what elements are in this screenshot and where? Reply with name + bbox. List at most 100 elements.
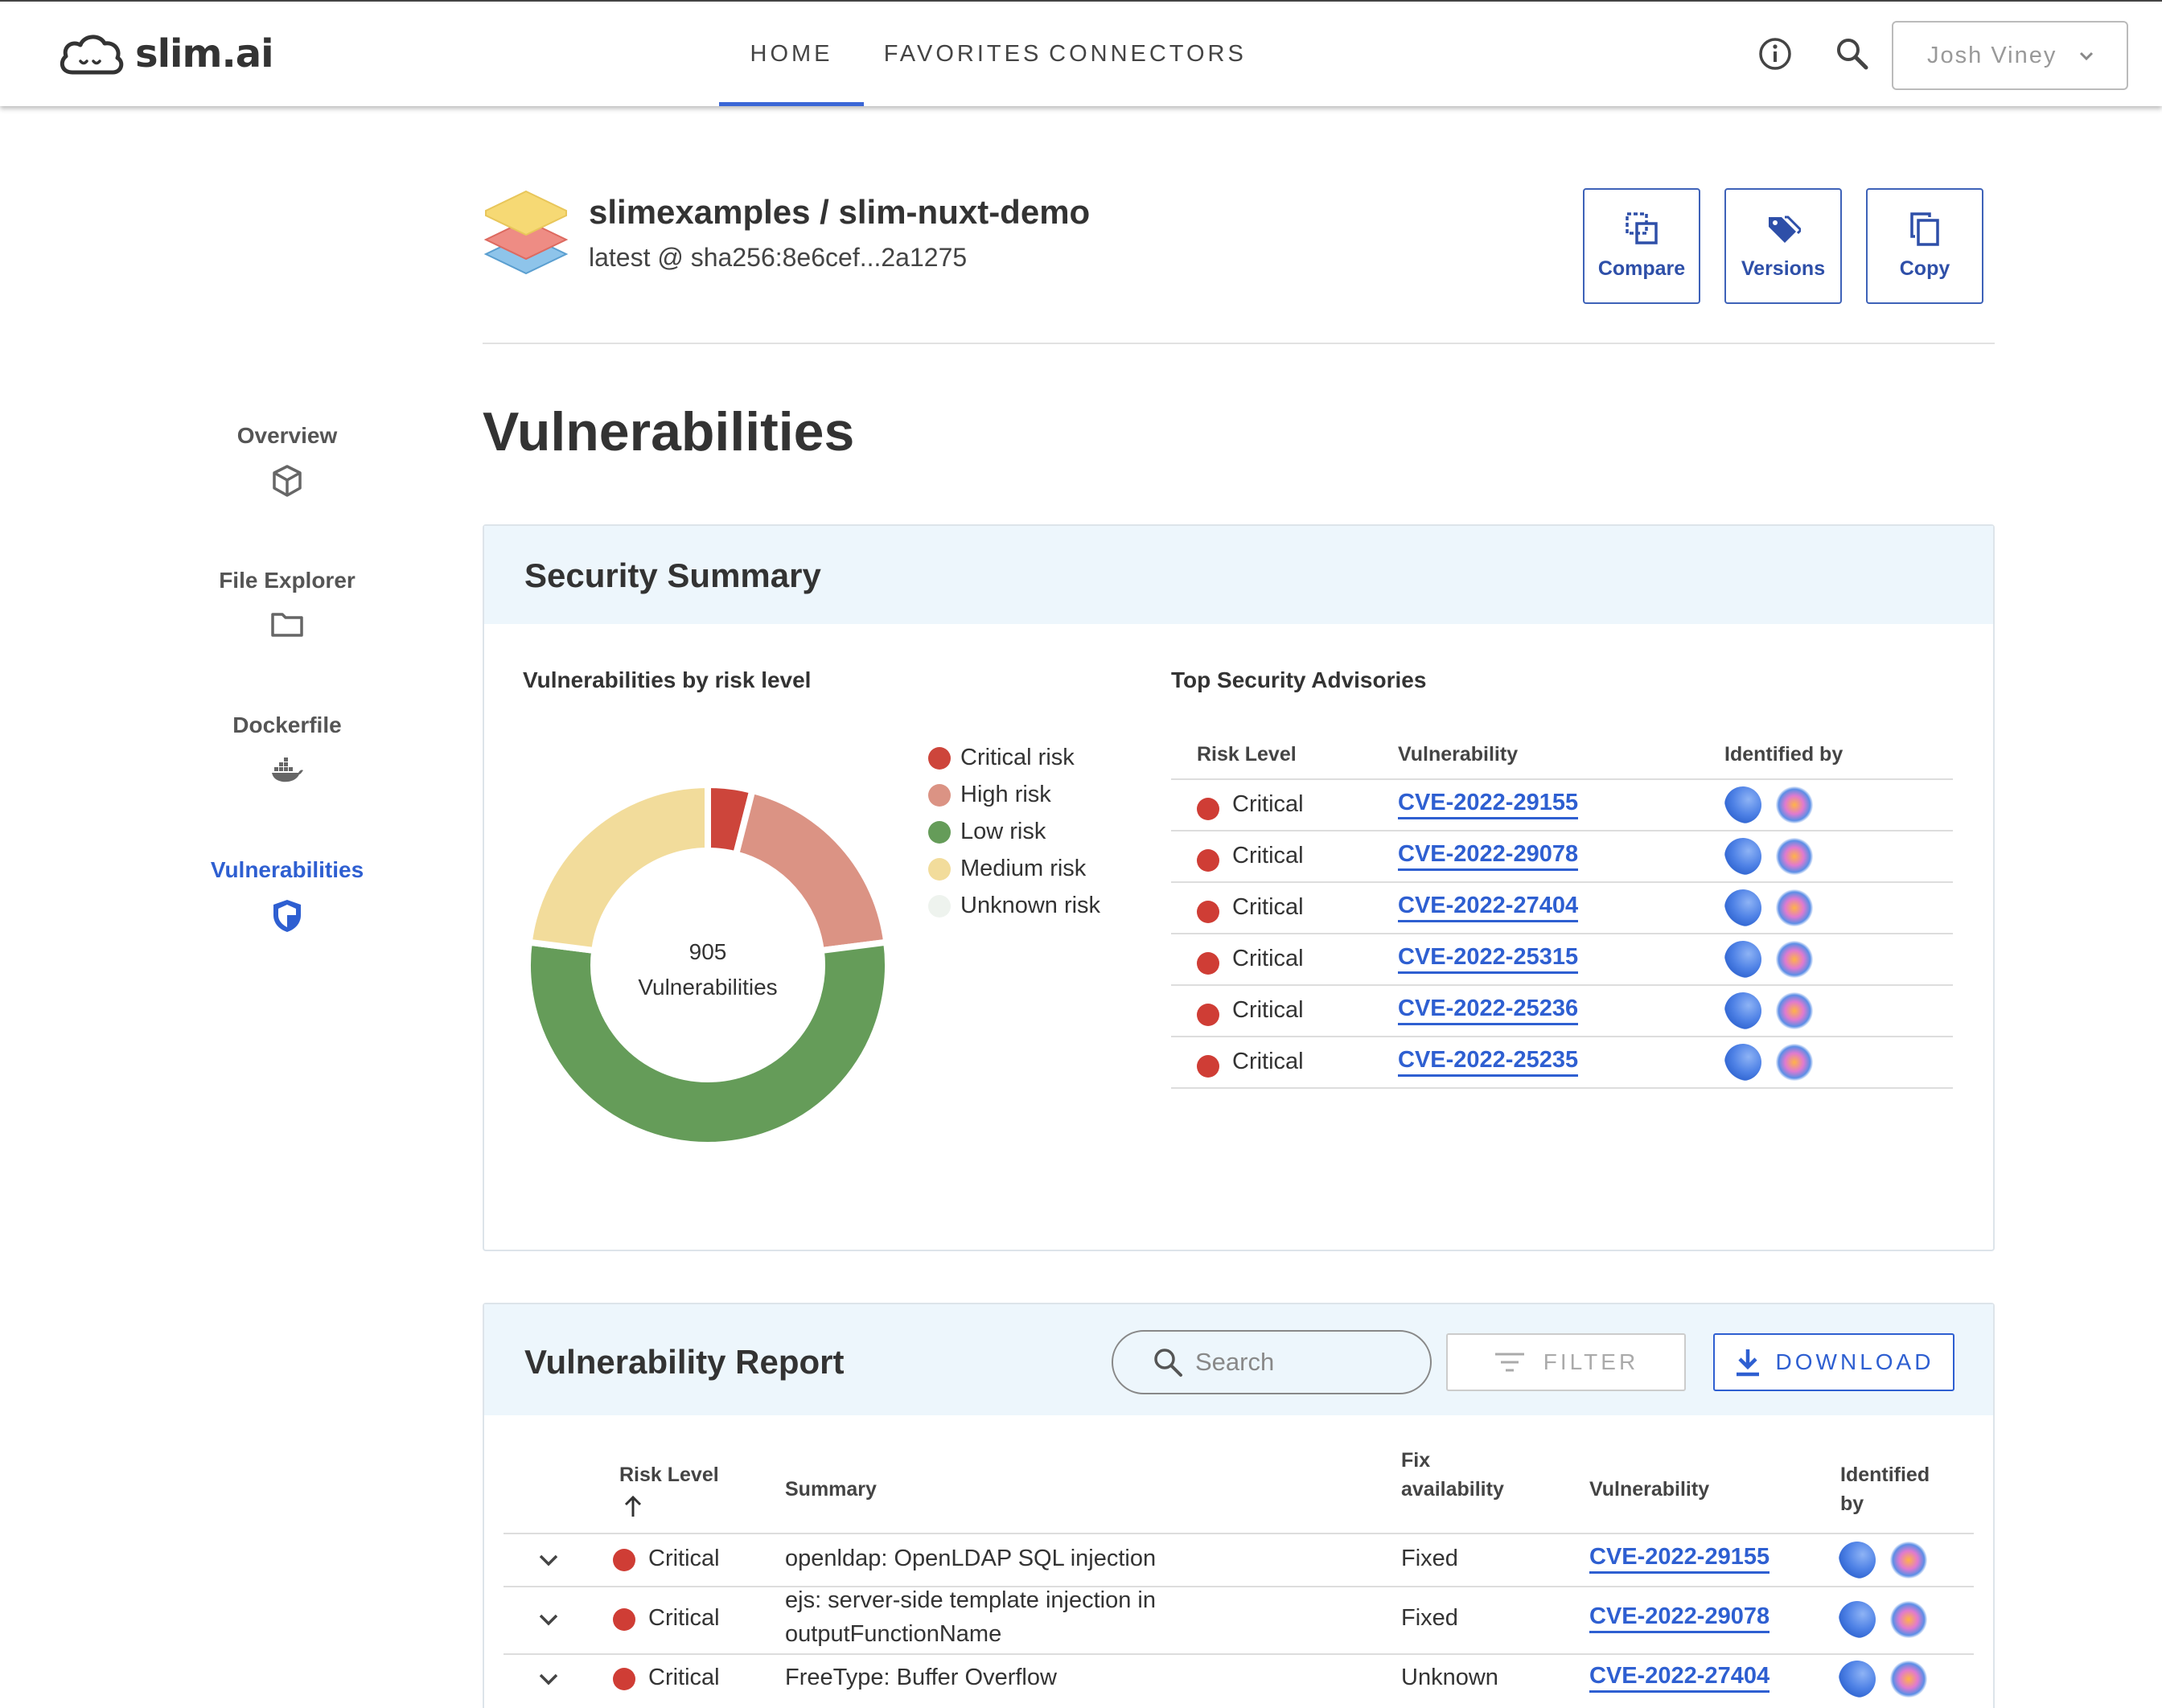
report-summary: openldap: OpenLDAP SQL injection	[785, 1546, 1157, 1571]
repo-tag-digest: latest @ sha256:8e6cef...2a1275	[589, 243, 968, 272]
report-header-identified: Identified by	[1840, 1460, 1930, 1518]
report-fix-availability: Unknown	[1401, 1665, 1498, 1690]
tags-icon	[1769, 216, 1801, 243]
repo-name: slimexamples / slim-nuxt-demo	[589, 193, 1091, 231]
row-expand-toggle[interactable]	[536, 1666, 561, 1692]
legend-item-low: Low risk	[928, 819, 1046, 845]
slice-low[interactable]	[524, 938, 891, 1148]
sidebar-item-dockerfile[interactable]: Dockerfile	[177, 712, 397, 785]
row-expand-toggle[interactable]	[536, 1547, 561, 1573]
scanner-b-icon	[1776, 1044, 1813, 1081]
nav-connectors[interactable]: CONNECTORS	[1049, 2, 1243, 106]
nav-favorites[interactable]: FAVORITES	[870, 2, 1055, 106]
chart-title: Vulnerabilities by risk level	[523, 667, 812, 692]
legend-label: Low risk	[960, 819, 1046, 844]
row-expand-toggle[interactable]	[536, 1607, 561, 1632]
info-icon[interactable]	[1755, 34, 1795, 74]
page-title: Vulnerabilities	[483, 401, 855, 462]
filter-button[interactable]: FILTER	[1446, 1333, 1686, 1391]
copy-button[interactable]: Copy	[1866, 188, 1983, 304]
report-risk-level: Critical	[648, 1605, 720, 1631]
report-header-summary: Summary	[785, 1478, 877, 1501]
sidebar-item-label: File Explorer	[219, 568, 356, 593]
user-menu-dropdown[interactable]: Josh Viney	[1892, 21, 2128, 90]
advisory-risk-level: Critical	[1232, 1049, 1304, 1074]
row-divider	[504, 1653, 1974, 1655]
security-summary-title: Security Summary	[524, 556, 821, 594]
versions-button[interactable]: Versions	[1724, 188, 1842, 304]
versions-button-label: Versions	[1741, 257, 1826, 280]
critical-risk-dot	[613, 1549, 635, 1571]
user-name: Josh Viney	[1927, 42, 2057, 68]
brand-logo[interactable]: slim.ai	[56, 29, 274, 79]
legend-item-unknown: Unknown risk	[928, 893, 1100, 919]
filter-lines-icon	[1494, 1353, 1524, 1372]
scanner-a-icon	[1724, 889, 1761, 926]
slice-high[interactable]	[732, 786, 890, 955]
download-button[interactable]: DOWNLOAD	[1713, 1333, 1954, 1391]
scanner-a-icon	[1839, 1601, 1876, 1638]
search-icon[interactable]	[1832, 34, 1872, 74]
legend-label: Medium risk	[960, 856, 1087, 881]
report-header-fix-line2: availability	[1401, 1478, 1504, 1501]
report-header-risk[interactable]: Risk Level	[619, 1460, 719, 1518]
report-summary-line2: outputFunctionName	[785, 1621, 1002, 1647]
compare-button[interactable]: Compare	[1583, 188, 1700, 304]
nav-home-label: HOME	[750, 40, 833, 67]
filter-button-label: FILTER	[1543, 1349, 1639, 1374]
advisory-cve-link[interactable]: CVE-2022-25236	[1398, 996, 1579, 1025]
report-risk-level: Critical	[648, 1546, 720, 1571]
advisory-cve-link[interactable]: CVE-2022-25315	[1398, 944, 1579, 974]
search-icon	[1154, 1349, 1182, 1377]
report-cve-link[interactable]: CVE-2022-29155	[1589, 1544, 1770, 1574]
compare-icon	[1626, 212, 1658, 244]
report-header-identified-line2: by	[1840, 1492, 1864, 1515]
report-fix-availability: Fixed	[1401, 1546, 1458, 1571]
top-navigation-bar: slim.ai HOME FAVORITES CONNECTORS Josh V…	[0, 0, 2162, 106]
scanner-a-icon	[1724, 941, 1761, 978]
report-cve-link[interactable]: CVE-2022-27404	[1589, 1663, 1770, 1693]
advisories-header-risk: Risk Level	[1197, 743, 1297, 766]
legend-swatch	[928, 820, 951, 844]
row-divider	[1171, 881, 1953, 883]
advisory-cve-link[interactable]: CVE-2022-29078	[1398, 841, 1579, 871]
donut-total-count: 905	[688, 939, 727, 964]
row-divider	[1171, 933, 1953, 934]
critical-risk-dot	[1197, 901, 1219, 923]
advisory-cve-link[interactable]: CVE-2022-29155	[1398, 790, 1579, 819]
slice-medium[interactable]	[525, 781, 711, 955]
report-header-vulnerability: Vulnerability	[1589, 1478, 1710, 1501]
scanner-b-icon	[1776, 786, 1813, 823]
risk-donut-chart	[524, 781, 891, 1148]
vulnerability-report-title: Vulnerability Report	[524, 1343, 845, 1381]
copy-button-label: Copy	[1899, 257, 1950, 280]
nav-home[interactable]: HOME	[719, 2, 864, 106]
report-cve-link[interactable]: CVE-2022-29078	[1589, 1603, 1770, 1633]
critical-risk-dot	[1197, 849, 1219, 872]
legend-item-medium: Medium risk	[928, 856, 1086, 882]
advisory-cve-link[interactable]: CVE-2022-27404	[1398, 893, 1579, 922]
legend-label: Critical risk	[960, 745, 1075, 770]
chevron-down-icon	[539, 1614, 558, 1626]
sidebar-item-overview[interactable]: Overview	[177, 423, 397, 499]
scanner-b-icon	[1776, 941, 1813, 978]
scanner-a-icon	[1724, 992, 1761, 1029]
advisories-header-divider	[1171, 778, 1953, 780]
sidebar-item-file-explorer[interactable]: File Explorer	[177, 568, 397, 640]
report-summary-line1: ejs: server-side template injection in	[785, 1587, 1156, 1613]
donut-total-label: Vulnerabilities	[638, 975, 778, 1000]
nav-favorites-label: FAVORITES	[883, 40, 1042, 67]
sidebar-item-vulnerabilities[interactable]: Vulnerabilities	[177, 857, 397, 934]
advisory-risk-level: Critical	[1232, 843, 1304, 868]
advisories-header-identified: Identified by	[1724, 743, 1843, 766]
report-search-input[interactable]: Search	[1112, 1330, 1432, 1394]
critical-risk-dot	[613, 1608, 635, 1631]
scanner-a-icon	[1724, 1044, 1761, 1081]
row-divider	[1171, 830, 1953, 831]
scanner-b-icon	[1776, 992, 1813, 1029]
advisories-title: Top Security Advisories	[1171, 667, 1427, 692]
cloud-logo-icon	[60, 35, 124, 75]
advisory-risk-level: Critical	[1232, 791, 1304, 817]
critical-risk-dot	[613, 1668, 635, 1690]
advisory-cve-link[interactable]: CVE-2022-25235	[1398, 1047, 1579, 1077]
